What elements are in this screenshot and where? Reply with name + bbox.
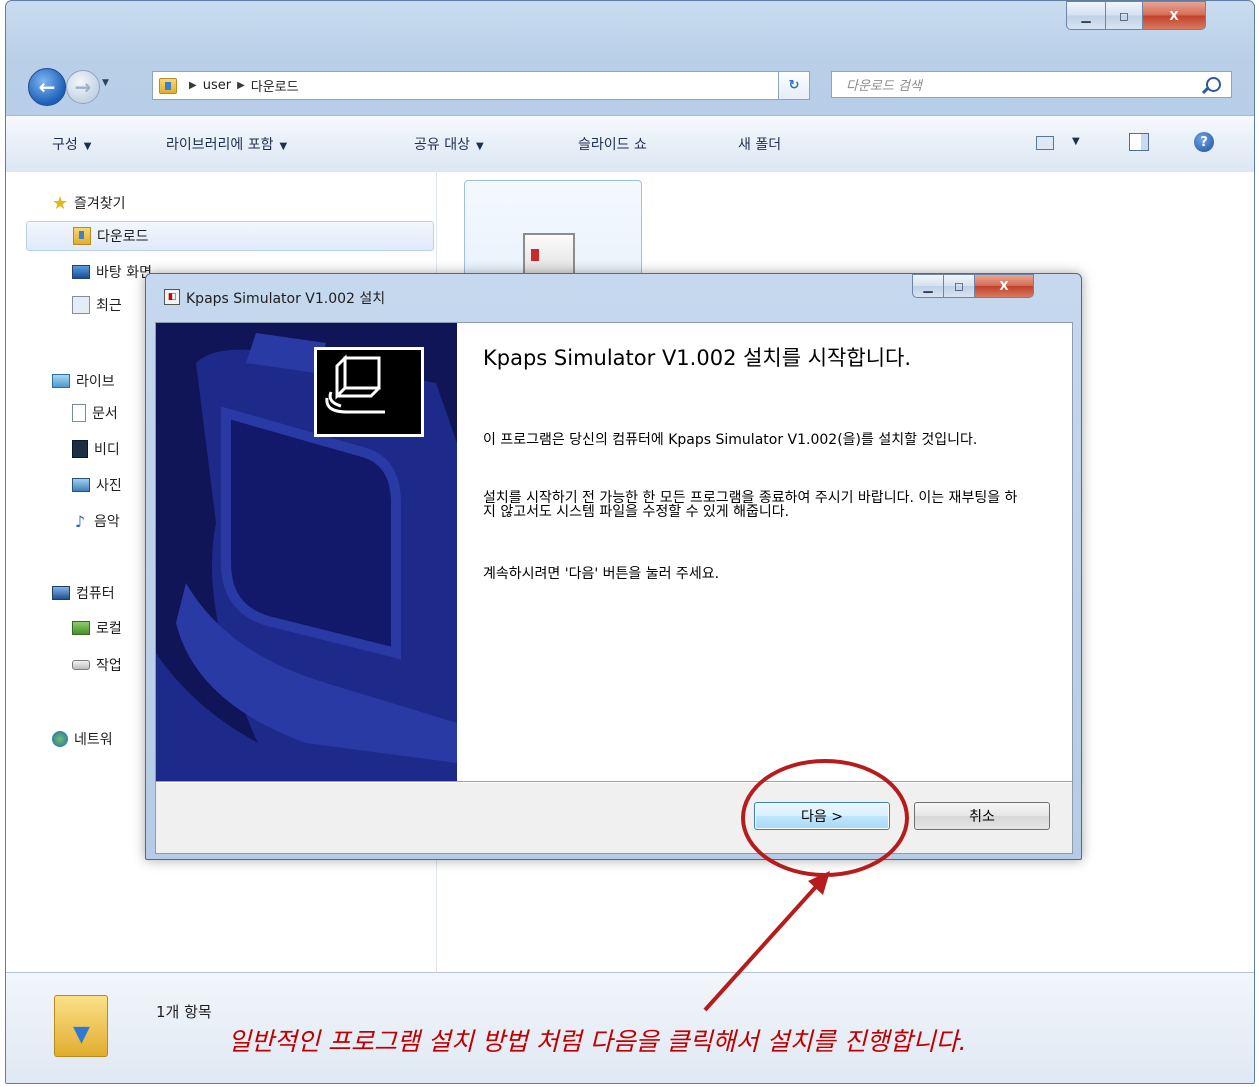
nav-label: 즐겨찾기 bbox=[74, 196, 126, 212]
installer-minimize-button[interactable]: ▁ bbox=[912, 274, 944, 298]
nav-documents[interactable]: 문서 bbox=[72, 398, 118, 428]
nav-label: 라이브 bbox=[76, 374, 115, 390]
nav-label: 작업 bbox=[96, 658, 122, 674]
desktop-icon bbox=[72, 265, 90, 279]
downloads-folder-icon bbox=[54, 995, 108, 1057]
nav-pictures[interactable]: 사진 bbox=[72, 470, 122, 500]
search-icon[interactable] bbox=[1206, 77, 1221, 92]
star-icon: ★ bbox=[51, 192, 69, 214]
nav-computer[interactable]: 컴퓨터 bbox=[52, 578, 115, 608]
nav-label: 로컬 bbox=[96, 621, 122, 637]
close-button[interactable]: X bbox=[1143, 1, 1206, 30]
explorer-title-bar[interactable]: ▁ ◻ X bbox=[6, 1, 1254, 59]
installer-caption-buttons: ▁ ◻ X bbox=[912, 274, 1034, 298]
breadcrumb-separator[interactable]: ▶ bbox=[237, 80, 245, 91]
explorer-caption-buttons: ▁ ◻ X bbox=[1066, 1, 1206, 30]
nav-favorites[interactable]: ★ 즐겨찾기 bbox=[52, 188, 126, 218]
installer-body: Kpaps Simulator V1.002 설치를 시작합니다. 이 프로그램… bbox=[155, 322, 1073, 854]
computer-install-icon bbox=[325, 354, 385, 414]
change-view-icon[interactable] bbox=[1036, 136, 1054, 150]
nav-network[interactable]: 네트워 bbox=[52, 724, 113, 754]
nav-local-disk[interactable]: 로컬 bbox=[72, 613, 122, 643]
help-icon[interactable]: ? bbox=[1194, 132, 1214, 152]
forward-button[interactable]: → bbox=[66, 70, 100, 104]
command-bar: 구성 ▼ 라이브러리에 포함 ▼ 공유 대상 ▼ 슬라이드 쇼 새 폴더 ▼ ? bbox=[6, 115, 1254, 173]
organize-menu[interactable]: 구성 ▼ bbox=[52, 134, 91, 154]
installer-title: Kpaps Simulator V1.002 설치 bbox=[186, 291, 386, 307]
installer-app-icon: ◧ bbox=[164, 289, 180, 305]
nav-label: 비디 bbox=[94, 442, 120, 458]
slide-show-button[interactable]: 슬라이드 쇼 bbox=[578, 134, 647, 154]
chevron-down-icon: ▼ bbox=[83, 141, 92, 152]
breadcrumb-user[interactable]: user bbox=[203, 78, 231, 93]
nav-videos[interactable]: 비디 bbox=[72, 434, 120, 464]
pictures-icon bbox=[72, 478, 90, 492]
recent-pages-dropdown[interactable]: ▼ bbox=[102, 78, 109, 88]
nav-label: 문서 bbox=[92, 406, 118, 422]
nav-label: 최근 bbox=[96, 298, 122, 314]
preview-pane-icon[interactable] bbox=[1129, 133, 1149, 151]
downloads-folder-icon bbox=[159, 77, 177, 94]
highlight-circle bbox=[741, 759, 909, 877]
installer-logo bbox=[314, 347, 424, 437]
organize-label: 구성 bbox=[52, 137, 78, 153]
address-toolbar: ← → ▼ ▶ user ▶ 다운로드 ▼ ↻ 다운로드 검색 bbox=[6, 59, 1254, 115]
music-note-icon: ♪ bbox=[74, 511, 86, 531]
local-disk-icon bbox=[72, 621, 90, 635]
documents-icon bbox=[72, 404, 86, 422]
share-with-menu[interactable]: 공유 대상 ▼ bbox=[414, 134, 484, 154]
breadcrumb-downloads[interactable]: 다운로드 bbox=[251, 76, 299, 95]
nav-label: 컴퓨터 bbox=[76, 586, 115, 602]
include-in-library-menu[interactable]: 라이브러리에 포함 ▼ bbox=[166, 134, 287, 154]
annotation-text: 일반적인 프로그램 설치 방법 처럼 다음을 클릭해서 설치를 진행합니다. bbox=[228, 1027, 967, 1056]
recent-places-icon bbox=[72, 296, 90, 314]
installer-maximize-button[interactable]: ◻ bbox=[944, 274, 975, 298]
nav-libraries[interactable]: 라이브 bbox=[52, 366, 115, 396]
computer-icon bbox=[52, 586, 70, 600]
address-bar[interactable]: ▶ user ▶ 다운로드 ▼ bbox=[152, 71, 804, 100]
share-with-label: 공유 대상 bbox=[414, 137, 470, 153]
close-programs-paragraph: 설치를 시작하기 전 가능한 한 모든 프로그램을 종료하여 주시기 바랍니다.… bbox=[483, 490, 1018, 520]
welcome-heading: Kpaps Simulator V1.002 설치를 시작합니다. bbox=[483, 346, 912, 370]
include-in-library-label: 라이브러리에 포함 bbox=[166, 137, 274, 153]
nav-label: 바탕 화면 bbox=[96, 265, 152, 281]
back-arrow-icon: ← bbox=[38, 75, 56, 99]
drive-icon bbox=[72, 660, 90, 670]
refresh-button[interactable]: ↻ bbox=[778, 71, 810, 100]
new-folder-button[interactable]: 새 폴더 bbox=[738, 134, 781, 154]
nav-recent[interactable]: 최근 bbox=[72, 290, 122, 320]
nav-label: 다운로드 bbox=[97, 229, 149, 245]
nav-music[interactable]: ♪ 음악 bbox=[72, 506, 120, 536]
nav-label: 음악 bbox=[94, 514, 120, 530]
nav-work-drive[interactable]: 작업 bbox=[72, 650, 122, 680]
breadcrumb-separator[interactable]: ▶ bbox=[189, 80, 197, 91]
installer-close-button[interactable]: X bbox=[975, 274, 1034, 298]
nav-desktop[interactable]: 바탕 화면 bbox=[72, 257, 152, 287]
footer-divider bbox=[156, 781, 1072, 783]
continue-paragraph: 계속하시려면 '다음' 버튼을 눌러 주세요. bbox=[483, 566, 720, 582]
item-count: 1개 항목 bbox=[156, 1003, 212, 1021]
network-icon bbox=[52, 731, 68, 747]
chevron-down-icon: ▼ bbox=[279, 141, 288, 152]
downloads-folder-icon bbox=[73, 227, 91, 245]
back-button[interactable]: ← bbox=[28, 68, 66, 106]
nav-label: 사진 bbox=[96, 478, 122, 494]
search-input[interactable]: 다운로드 검색 bbox=[831, 71, 1232, 98]
intro-paragraph: 이 프로그램은 당신의 컴퓨터에 Kpaps Simulator V1.002(… bbox=[483, 432, 978, 448]
libraries-icon bbox=[52, 374, 70, 388]
minimize-button[interactable]: ▁ bbox=[1066, 1, 1106, 30]
installer-content: Kpaps Simulator V1.002 설치를 시작합니다. 이 프로그램… bbox=[457, 323, 1072, 781]
forward-arrow-icon: → bbox=[74, 75, 92, 99]
videos-icon bbox=[72, 440, 88, 458]
installer-dialog: ◧ Kpaps Simulator V1.002 설치 ▁ ◻ X Kpaps … bbox=[145, 273, 1082, 860]
chevron-down-icon: ▼ bbox=[475, 141, 484, 152]
nav-downloads[interactable]: 다운로드 bbox=[26, 221, 434, 251]
maximize-button[interactable]: ◻ bbox=[1106, 1, 1143, 30]
nav-label: 네트워 bbox=[74, 732, 113, 748]
view-options-dropdown[interactable]: ▼ bbox=[1072, 136, 1080, 147]
cancel-button[interactable]: 취소 bbox=[914, 802, 1050, 830]
refresh-icon: ↻ bbox=[788, 78, 800, 93]
installer-side-banner bbox=[156, 323, 457, 781]
search-placeholder: 다운로드 검색 bbox=[846, 79, 922, 94]
